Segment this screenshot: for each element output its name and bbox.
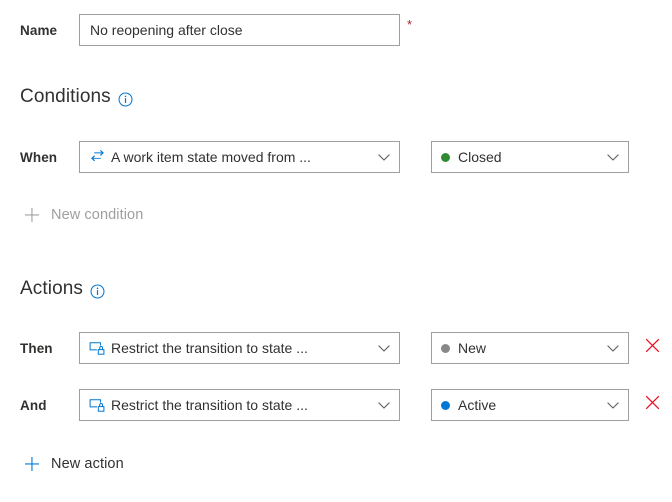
transition-arrows-icon [89,149,105,165]
state-dot-new [441,343,450,353]
new-action-button[interactable]: New action [24,456,124,472]
delete-action-button[interactable] [641,394,663,416]
chevron-down-icon [377,341,391,355]
name-row: Name No reopening after close * [20,14,660,46]
chevron-down-icon [606,150,620,164]
restrict-transition-icon [89,340,105,356]
state-dot-closed [441,152,450,162]
new-condition-label: New condition [51,207,144,223]
new-action-label: New action [51,456,124,472]
state-dot-active [441,400,450,410]
and-value-text: Active [458,397,497,413]
action-row-then: Then Restrict the transition to state ..… [20,332,672,364]
then-rule-dropdown[interactable]: Restrict the transition to state ... [79,332,400,364]
name-input-value: No reopening after close [90,22,243,38]
plus-icon [24,456,40,472]
when-value-dropdown[interactable]: Closed [431,141,629,173]
chevron-down-icon [377,150,391,164]
when-rule-text: A work item state moved from ... [111,149,311,165]
conditions-heading: Conditions [20,86,133,108]
and-rule-text: Restrict the transition to state ... [111,397,308,413]
when-label: When [20,149,58,165]
then-value-text: New [458,340,487,356]
close-x-icon [645,395,660,415]
actions-heading-text: Actions [20,278,84,299]
and-rule-dropdown[interactable]: Restrict the transition to state ... [79,389,400,421]
when-value-text: Closed [458,149,502,165]
name-input[interactable]: No reopening after close [79,14,400,46]
rule-editor-panel: Name No reopening after close * Conditio… [0,0,672,502]
plus-icon [24,207,40,223]
required-asterisk: * [407,17,413,32]
chevron-down-icon [606,341,620,355]
info-circle-icon[interactable] [90,284,105,299]
new-condition-button[interactable]: New condition [24,207,143,223]
then-value-dropdown[interactable]: New [431,332,629,364]
and-label: And [20,397,47,413]
then-rule-text: Restrict the transition to state ... [111,340,308,356]
info-circle-icon[interactable] [118,92,133,107]
actions-heading: Actions [20,278,105,300]
then-label: Then [20,340,53,356]
conditions-heading-text: Conditions [20,86,111,107]
chevron-down-icon [377,398,391,412]
action-row-and: And Restrict the transition to state ...… [20,389,672,421]
condition-row-when: When A work item state moved from ... Cl… [20,141,660,173]
when-rule-dropdown[interactable]: A work item state moved from ... [79,141,400,173]
close-x-icon [645,338,660,358]
chevron-down-icon [606,398,620,412]
restrict-transition-icon [89,397,105,413]
name-label: Name [20,22,58,38]
and-value-dropdown[interactable]: Active [431,389,629,421]
delete-action-button[interactable] [641,337,663,359]
